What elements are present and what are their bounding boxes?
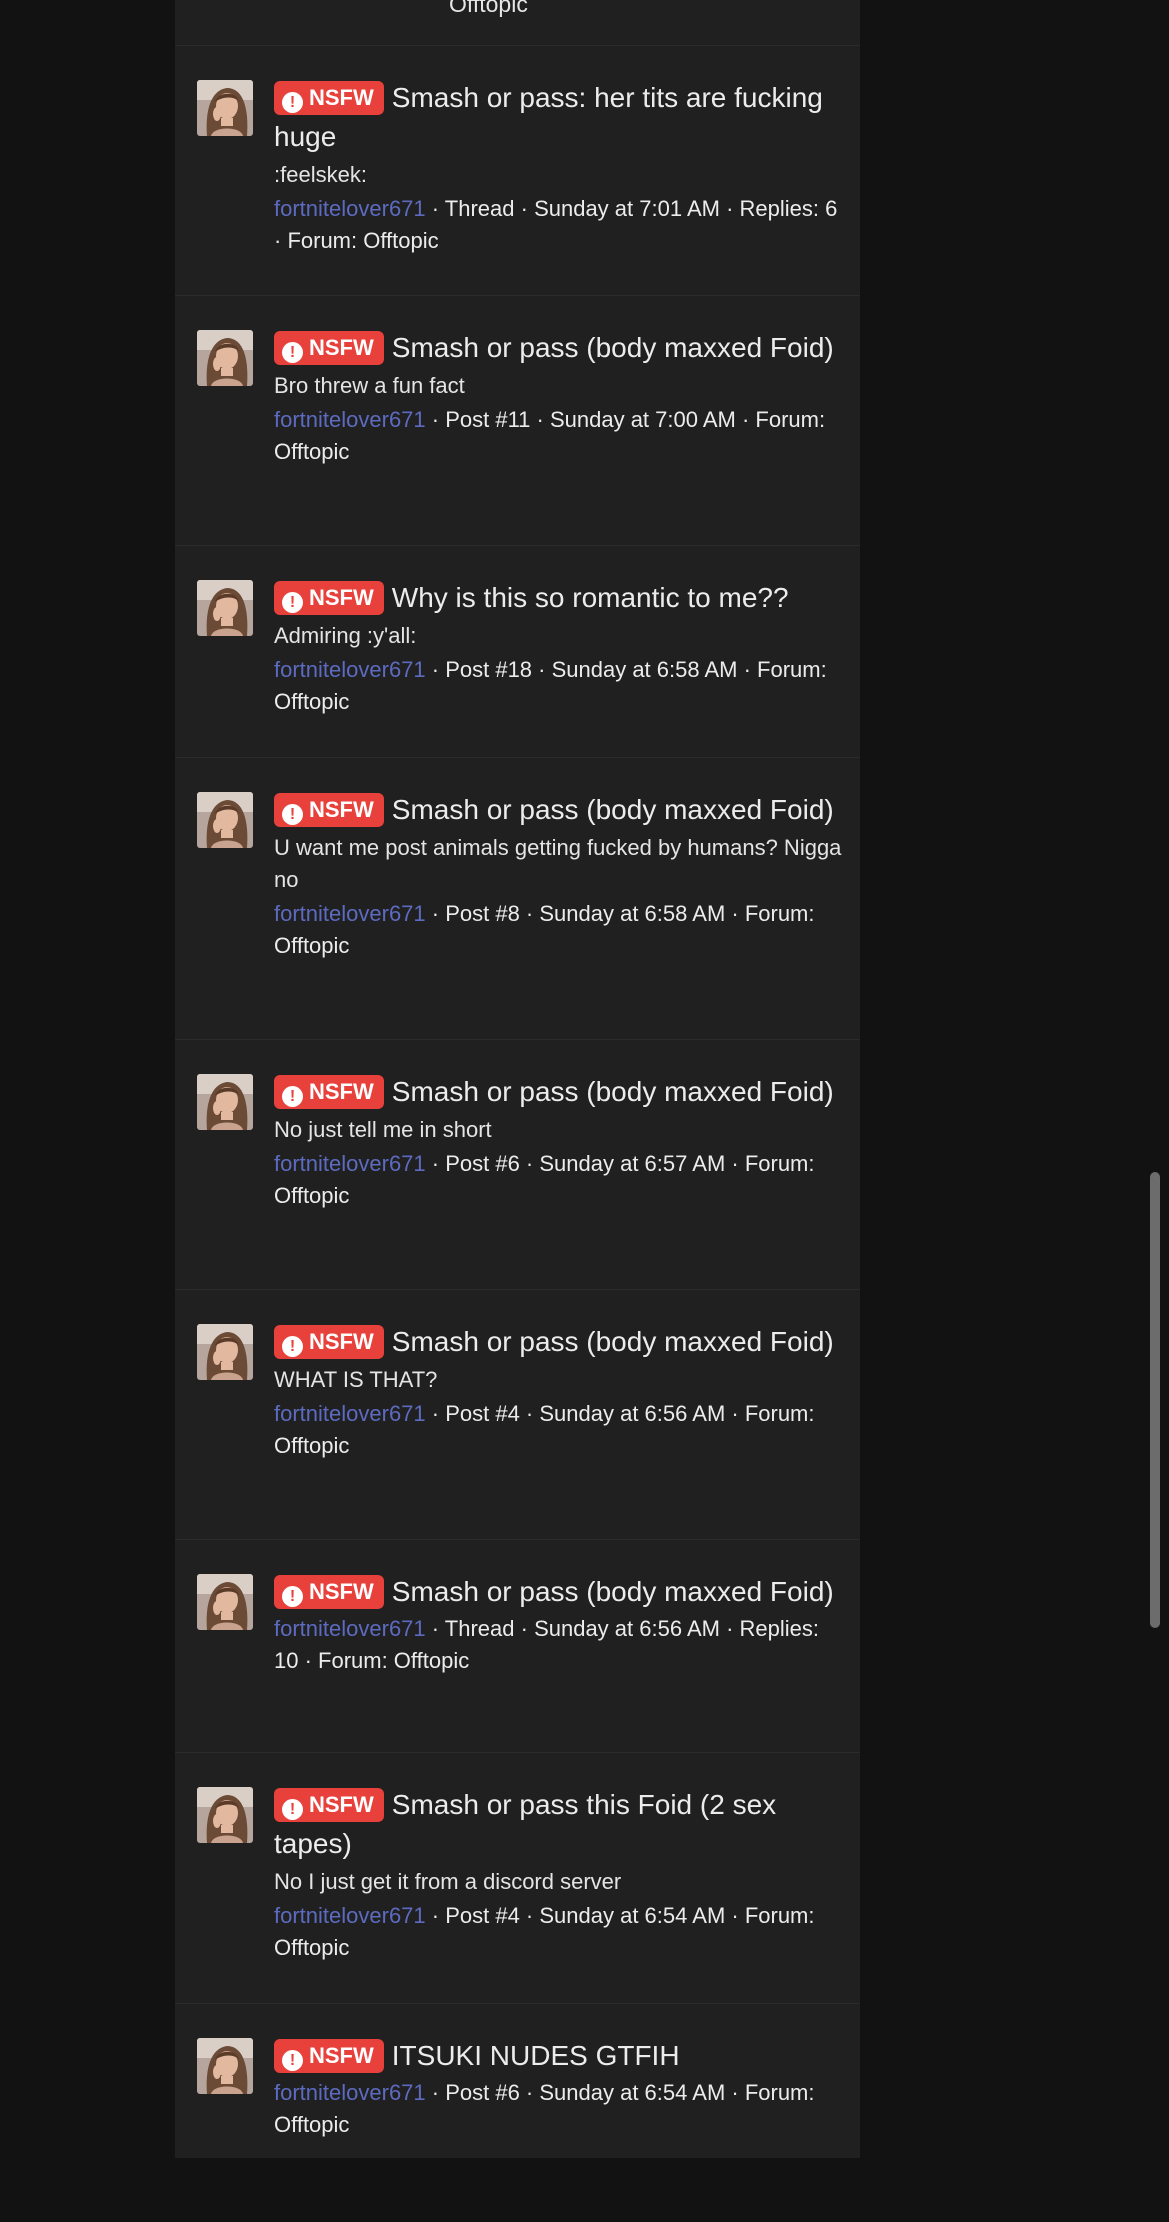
result-snippet: No I just get it from a discord server — [274, 1869, 622, 1894]
nsfw-badge: ! NSFW — [274, 331, 384, 365]
user-avatar[interactable] — [197, 792, 253, 848]
author-link[interactable]: fortnitelover671 — [274, 1903, 426, 1928]
user-avatar[interactable] — [197, 2038, 253, 2094]
search-result-item[interactable]: ! NSFW Smash or pass (body maxxed Foid) WHA… — [175, 1289, 860, 1539]
user-avatar[interactable] — [197, 1074, 253, 1130]
author-link[interactable]: fortnitelover671 — [274, 1151, 426, 1176]
result-snippet: WHAT IS THAT? — [274, 1367, 438, 1392]
result-title[interactable]: Smash or pass (body maxxed Foid) — [392, 1326, 834, 1357]
nsfw-badge: ! NSFW — [274, 81, 384, 115]
result-content: ! NSFW Smash or pass (body maxxed Foid) Bro… — [274, 328, 846, 468]
author-link[interactable]: fortnitelover671 — [274, 2080, 426, 2105]
result-title-line[interactable]: ! NSFW Smash or pass: her tits are fucking… — [274, 78, 846, 156]
user-avatar[interactable] — [197, 1324, 253, 1380]
result-content: ! NSFW Smash or pass this Foid (2 sex tape… — [274, 1785, 846, 1964]
nsfw-badge: ! NSFW — [274, 1325, 384, 1359]
nsfw-badge-label: NSFW — [309, 585, 374, 610]
result-content: ! NSFW Smash or pass (body maxxed Foid) U w… — [274, 790, 846, 962]
author-link[interactable]: fortnitelover671 — [274, 901, 426, 926]
scrollbar-thumb[interactable] — [1150, 1172, 1160, 1628]
nsfw-badge-label: NSFW — [309, 1792, 374, 1817]
user-avatar[interactable] — [197, 1574, 253, 1630]
result-snippet: :feelskek: — [274, 162, 367, 187]
result-meta: fortnitelover671 · Post #11 · Sunday at … — [274, 404, 846, 468]
result-content: ! NSFW ITSUKI NUDES GTFIH fortnitelover671 … — [274, 2036, 846, 2141]
result-meta: fortnitelover671 · Thread · Sunday at 6:… — [274, 1613, 846, 1677]
result-title[interactable]: Smash or pass (body maxxed Foid) — [392, 1576, 834, 1607]
result-title-line[interactable]: ! NSFW ITSUKI NUDES GTFIH — [274, 2036, 846, 2075]
author-link[interactable]: fortnitelover671 — [274, 1401, 426, 1426]
nsfw-badge: ! NSFW — [274, 1075, 384, 1109]
alert-icon: ! — [282, 2050, 303, 2071]
nsfw-badge-label: NSFW — [309, 1579, 374, 1604]
alert-icon: ! — [282, 592, 303, 613]
search-results-panel: Offtopic ! NSFW Smash or pass: her tits ar… — [175, 0, 860, 2158]
user-avatar[interactable] — [197, 1787, 253, 1843]
result-title[interactable]: Smash or pass (body maxxed Foid) — [392, 332, 834, 363]
alert-icon: ! — [282, 804, 303, 825]
result-content: ! NSFW Smash or pass (body maxxed Foid) for… — [274, 1572, 846, 1677]
result-content: ! NSFW Smash or pass (body maxxed Foid) No … — [274, 1072, 846, 1212]
result-title-line[interactable]: ! NSFW Smash or pass this Foid (2 sex tape… — [274, 1785, 846, 1863]
search-result-item[interactable]: ! NSFW Smash or pass (body maxxed Foid) No … — [175, 1039, 860, 1289]
result-content: ! NSFW Smash or pass: her tits are fucking… — [274, 78, 846, 257]
author-link[interactable]: fortnitelover671 — [274, 657, 426, 682]
result-meta: fortnitelover671 · Post #8 · Sunday at 6… — [274, 898, 846, 962]
result-title-line[interactable]: ! NSFW Why is this so romantic to me?? — [274, 578, 846, 617]
search-result-item[interactable]: ! NSFW Why is this so romantic to me?? Admi… — [175, 545, 860, 757]
result-title-line[interactable]: ! NSFW Smash or pass (body maxxed Foid) — [274, 1072, 846, 1111]
result-title-line[interactable]: ! NSFW Smash or pass (body maxxed Foid) — [274, 328, 846, 367]
result-title-line[interactable]: ! NSFW Smash or pass (body maxxed Foid) — [274, 790, 846, 829]
result-title-line[interactable]: ! NSFW Smash or pass (body maxxed Foid) — [274, 1322, 846, 1361]
nsfw-badge-label: NSFW — [309, 2043, 374, 2068]
user-avatar[interactable] — [197, 580, 253, 636]
user-avatar[interactable] — [197, 80, 253, 136]
alert-icon: ! — [282, 1086, 303, 1107]
result-title[interactable]: Smash or pass (body maxxed Foid) — [392, 1076, 834, 1107]
search-result-item[interactable]: ! NSFW Smash or pass this Foid (2 sex tape… — [175, 1752, 860, 2003]
result-title[interactable]: Why is this so romantic to me?? — [392, 582, 789, 613]
nsfw-badge: ! NSFW — [274, 793, 384, 827]
search-result-item[interactable]: ! NSFW ITSUKI NUDES GTFIH fortnitelover671 … — [175, 2003, 860, 2158]
result-meta: fortnitelover671 · Thread · Sunday at 7:… — [274, 193, 846, 257]
alert-icon: ! — [282, 342, 303, 363]
result-content: ! NSFW Smash or pass (body maxxed Foid) WHA… — [274, 1322, 846, 1462]
result-title-line[interactable]: ! NSFW Smash or pass (body maxxed Foid) — [274, 1572, 846, 1611]
nsfw-badge-label: NSFW — [309, 1329, 374, 1354]
result-meta: fortnitelover671 · Post #6 · Sunday at 6… — [274, 1148, 846, 1212]
author-link[interactable]: fortnitelover671 — [274, 196, 426, 221]
result-meta: fortnitelover671 · Post #6 · Sunday at 6… — [274, 2077, 846, 2141]
nsfw-badge: ! NSFW — [274, 2039, 384, 2073]
nsfw-badge-label: NSFW — [309, 797, 374, 822]
alert-icon: ! — [282, 1799, 303, 1820]
result-title[interactable]: Smash or pass (body maxxed Foid) — [392, 794, 834, 825]
alert-icon: ! — [282, 1586, 303, 1607]
search-result-item[interactable]: ! NSFW Smash or pass: her tits are fucking… — [175, 45, 860, 295]
result-snippet: No just tell me in short — [274, 1117, 492, 1142]
nsfw-badge-label: NSFW — [309, 335, 374, 360]
nsfw-badge: ! NSFW — [274, 1575, 384, 1609]
search-result-item[interactable]: ! NSFW Smash or pass (body maxxed Foid) U w… — [175, 757, 860, 1039]
result-meta: fortnitelover671 · Post #18 · Sunday at … — [274, 654, 846, 718]
nsfw-badge: ! NSFW — [274, 1788, 384, 1822]
result-meta: fortnitelover671 · Post #4 · Sunday at 6… — [274, 1398, 846, 1462]
result-meta: fortnitelover671 · Post #4 · Sunday at 6… — [274, 1900, 846, 1964]
nsfw-badge-label: NSFW — [309, 1079, 374, 1104]
author-link[interactable]: fortnitelover671 — [274, 1616, 426, 1641]
result-snippet: Bro threw a fun fact — [274, 373, 465, 398]
nsfw-badge-label: NSFW — [309, 85, 374, 110]
search-result-item[interactable]: ! NSFW Smash or pass (body maxxed Foid) for… — [175, 1539, 860, 1752]
result-title[interactable]: ITSUKI NUDES GTFIH — [392, 2040, 680, 2071]
result-snippet: U want me post animals getting fucked by… — [274, 835, 842, 892]
alert-icon: ! — [282, 1336, 303, 1357]
user-avatar[interactable] — [197, 330, 253, 386]
search-result-item[interactable]: ! NSFW Smash or pass (body maxxed Foid) Bro… — [175, 295, 860, 545]
partial-forum-text: Offtopic — [449, 0, 528, 17]
author-link[interactable]: fortnitelover671 — [274, 407, 426, 432]
result-snippet: Admiring :y'all: — [274, 623, 417, 648]
result-content: ! NSFW Why is this so romantic to me?? Admi… — [274, 578, 846, 718]
alert-icon: ! — [282, 92, 303, 113]
nsfw-badge: ! NSFW — [274, 581, 384, 615]
